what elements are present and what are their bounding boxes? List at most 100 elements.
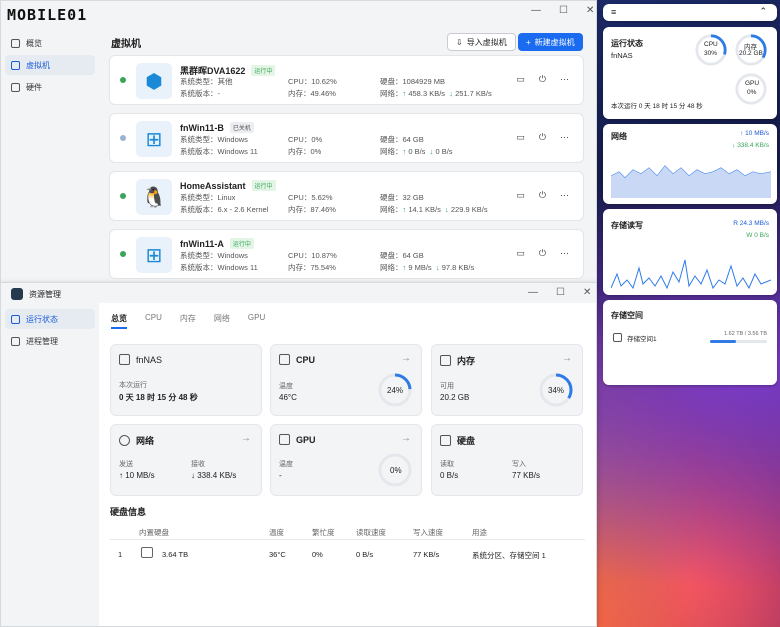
cpu-mem-info: CPU：10.62% 内存：49.46% <box>288 76 337 100</box>
os-version: 系统版本：Windows 11 <box>180 263 258 272</box>
widget-title: 存储空间 <box>611 311 643 320</box>
avail-value: 20.2 GB <box>440 393 470 402</box>
vm-card[interactable]: ⊞ fnWin11-B 已关机 系统类型：Windows 系统版本：Windows 11… <box>109 113 584 163</box>
down-arrow-icon: ↓ <box>449 89 453 98</box>
minimize-icon[interactable]: — <box>531 5 541 16</box>
close-icon[interactable]: ✕ <box>583 287 591 298</box>
col-disk: 内置硬盘 <box>139 528 169 537</box>
memory-tile[interactable]: 内存 → 可用 20.2 GB 34% <box>431 344 583 416</box>
send-text: 10 MB/s <box>125 471 155 480</box>
tab-memory[interactable]: 内存 <box>180 313 196 324</box>
io-read: R 24.3 MB/s <box>733 220 769 227</box>
more-icon[interactable]: ⋯ <box>560 190 569 201</box>
gpu-percent: 0% <box>390 466 402 475</box>
arrow-right-icon[interactable]: → <box>241 433 251 444</box>
console-icon[interactable]: ▭ <box>516 74 525 85</box>
new-vm-button[interactable]: + 新建虚拟机 <box>518 33 583 51</box>
tile-title: CPU <box>296 354 316 365</box>
power-icon[interactable]: ⏻ <box>539 74 546 85</box>
more-icon[interactable]: ⋯ <box>560 248 569 259</box>
vm-card[interactable]: ⊞ fnWin11-A 运行中 系统类型：Windows 系统版本：Windows 11… <box>109 229 584 279</box>
menu-icon[interactable]: ≡ <box>611 7 616 17</box>
tab-overview[interactable]: 总览 <box>111 313 127 324</box>
power-icon[interactable]: ⏻ <box>539 132 546 143</box>
more-icon[interactable]: ⋯ <box>560 74 569 85</box>
console-icon[interactable]: ▭ <box>516 248 525 259</box>
mem-usage: 内存：49.46% <box>288 89 336 98</box>
cube-icon <box>11 60 20 70</box>
os-info: 系统类型：其他 系统版本：- <box>180 76 233 100</box>
maximize-icon[interactable]: ☐ <box>559 5 568 16</box>
storage-pool-icon <box>613 333 622 342</box>
minimize-icon[interactable]: — <box>528 287 538 298</box>
nav-label: 虚拟机 <box>26 60 50 70</box>
import-vm-button[interactable]: ⇩ 导入虚拟机 <box>447 33 516 51</box>
vm-card[interactable]: ⬢ 黑群晖DVA1622 运行中 系统类型：其他 系统版本：- CPU：10.62% 内存：… <box>109 55 584 105</box>
import-icon: ⇩ <box>456 37 463 47</box>
vm-name-text: fnWin11-A <box>180 238 224 249</box>
gpu-tile[interactable]: GPU → 温度 - 0% <box>270 424 422 496</box>
vm-name-text: fnWin11-B <box>180 122 224 133</box>
collapse-icon[interactable]: ⌃ <box>759 6 767 17</box>
more-icon[interactable]: ⋯ <box>560 132 569 143</box>
write-label: 写入 <box>512 461 526 468</box>
status-widget[interactable]: 运行状态 fnNAS 本次运行 0 天 18 时 15 分 48 秒 CPU 3… <box>603 27 777 119</box>
tab-bar: 总览 CPU 内存 网络 GPU <box>111 313 265 324</box>
nav-item-status[interactable]: 运行状态 <box>5 309 95 329</box>
net-up: 9 MB/s <box>408 263 432 272</box>
memory-percent: 34% <box>548 386 565 395</box>
nav-item-process[interactable]: 进程管理 <box>5 331 95 351</box>
cpu-mem-info: CPU：10.87% 内存：75.54% <box>288 250 337 274</box>
net-down: 97.8 KB/s <box>441 263 475 272</box>
nav-label: 硬件 <box>26 82 42 92</box>
linux-logo-icon: 🐧 <box>136 179 172 215</box>
vm-manager-window: MOBILE01 — ☐ ✕ 概览 虚拟机 硬件 虚拟机 ⇩ 导入虚拟机 + 新建虚拟机… <box>0 0 597 290</box>
close-icon[interactable]: ✕ <box>586 5 594 16</box>
power-icon[interactable]: ⏻ <box>539 248 546 259</box>
uptime-value: 0 天 18 时 15 分 48 秒 <box>119 393 198 402</box>
net-label: 网络： <box>380 263 403 272</box>
console-icon[interactable]: ▭ <box>516 190 525 201</box>
net-label: 网络： <box>380 205 403 214</box>
maximize-icon[interactable]: ☐ <box>556 287 565 298</box>
arrow-right-icon[interactable]: → <box>401 433 411 444</box>
cpu-usage: CPU：10.62% <box>288 77 337 86</box>
net-down: ↓ 338.4 KB/s <box>732 142 769 149</box>
nav-item-hardware[interactable]: 硬件 <box>5 77 95 97</box>
page-title: 虚拟机 <box>111 39 141 50</box>
vm-actions: ▭ ⏻ ⋯ <box>516 248 569 259</box>
tab-gpu[interactable]: GPU <box>248 313 265 324</box>
net-speed: 网络：↑ 458.3 KB/s ↓ 251.7 KB/s <box>380 88 492 100</box>
storage-space-widget[interactable]: 存储空间 存储空间1 1.62 TB / 3.56 TB <box>603 300 777 385</box>
vm-card[interactable]: 🐧 HomeAssistant 运行中 系统类型：Linux 系统版本：6.x - 2.… <box>109 171 584 221</box>
storage-io-widget[interactable]: 存储读写 R 24.3 MB/s W 0 B/s <box>603 209 777 295</box>
tab-cpu[interactable]: CPU <box>145 313 162 324</box>
host-name: fnNAS <box>611 51 633 60</box>
arrow-right-icon[interactable]: → <box>562 353 572 364</box>
vm-actions: ▭ ⏻ ⋯ <box>516 132 569 143</box>
os-info: 系统类型：Linux 系统版本：6.x - 2.6 Kernel <box>180 192 268 216</box>
arrow-right-icon[interactable]: → <box>401 353 411 364</box>
network-tile[interactable]: 网络 → 发送 ↑ 10 MB/s 接收 ↓ 338.4 KB/s <box>110 424 262 496</box>
io-write-value: 0 B/s <box>754 232 769 239</box>
net-label: 网络： <box>380 147 403 156</box>
nav-item-overview[interactable]: 概览 <box>5 33 95 53</box>
recv-text: 338.4 KB/s <box>197 471 237 480</box>
status-dot <box>120 193 126 199</box>
windows-logo-icon: ⊞ <box>136 237 172 273</box>
power-icon[interactable]: ⏻ <box>539 190 546 201</box>
tab-network[interactable]: 网络 <box>214 313 230 324</box>
disk-size: 硬盘：64 GB <box>380 135 424 144</box>
mem-value: 20.2 GB <box>739 50 763 57</box>
io-write: W 0 B/s <box>746 232 769 239</box>
os-type: 系统类型：Windows <box>180 135 248 144</box>
nav-item-vm[interactable]: 虚拟机 <box>5 55 95 75</box>
network-widget[interactable]: 网络 ↑ 10 MB/s ↓ 338.4 KB/s <box>603 124 777 204</box>
tile-title: 网络 <box>136 436 155 446</box>
cpu-tile[interactable]: CPU → 温度 46°C 24% <box>270 344 422 416</box>
net-up: 0 B/s <box>408 147 426 156</box>
col-busy: 繁忙度 <box>312 528 335 537</box>
console-icon[interactable]: ▭ <box>516 132 525 143</box>
net-speed: 网络：↑ 9 MB/s ↓ 97.8 KB/s <box>380 262 474 274</box>
down-arrow-icon: ↓ <box>429 147 434 156</box>
